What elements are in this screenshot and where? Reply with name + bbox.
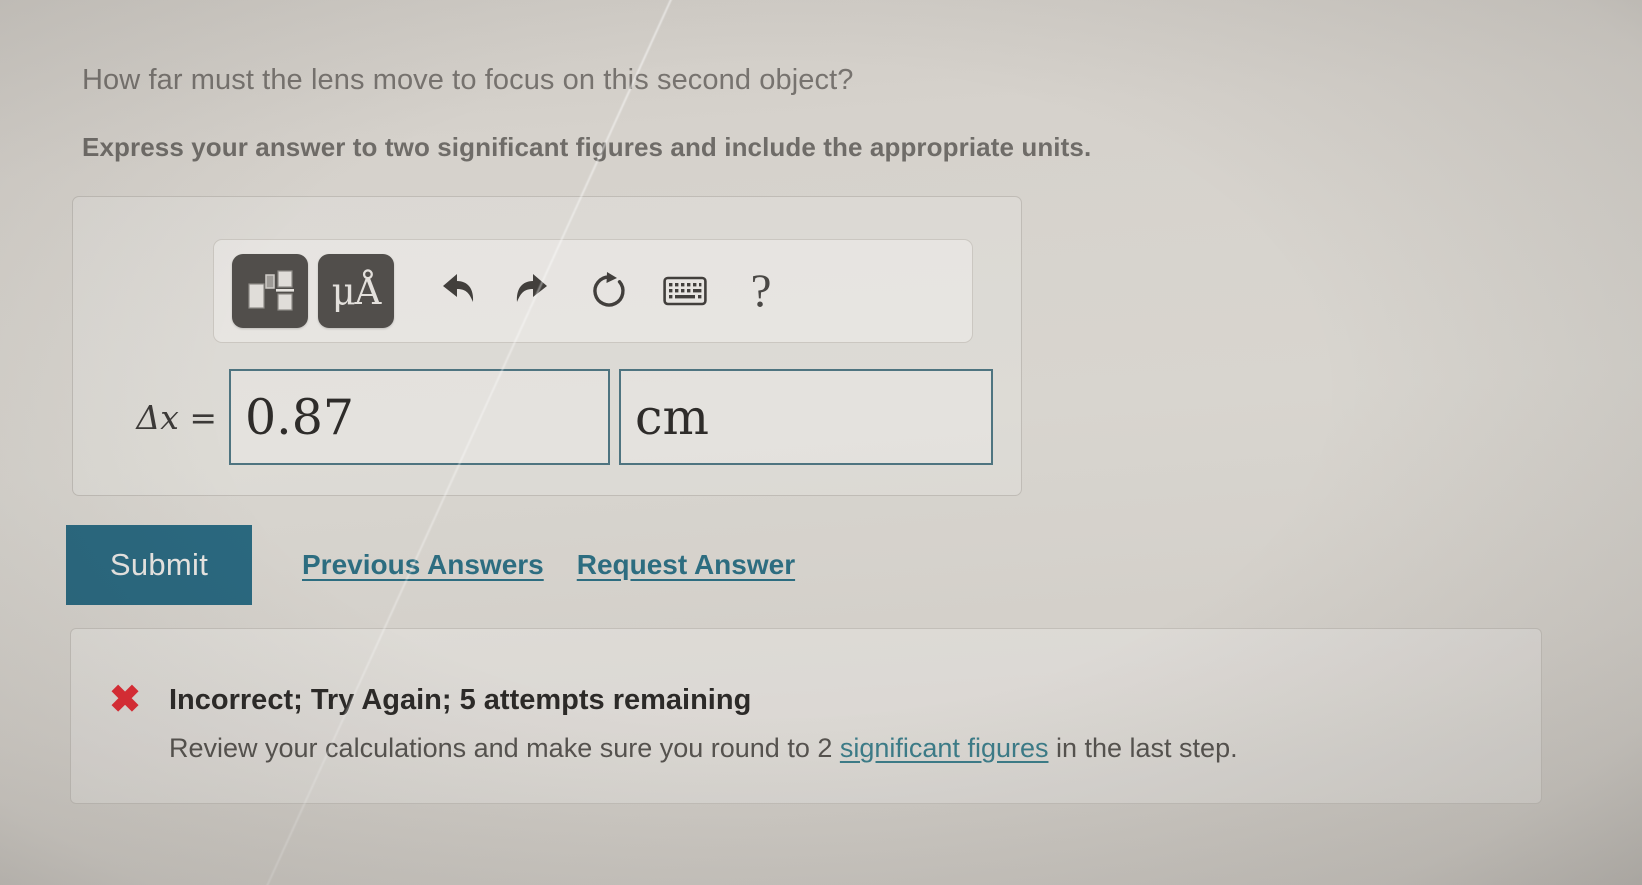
instruction-text: Express your answer to two significant f… xyxy=(82,132,1092,162)
feedback-detail-after: in the last step. xyxy=(1048,733,1238,763)
help-button[interactable]: ? xyxy=(730,260,792,322)
answer-entry-row: Δx = 0.87 cm xyxy=(101,369,993,465)
answer-value-text: 0.87 xyxy=(245,388,355,446)
units-button[interactable]: μÅ xyxy=(318,254,394,328)
answer-panel: μÅ ? Δx = 0.87 cm xyxy=(72,196,1022,496)
feedback-detail: Review your calculations and make sure y… xyxy=(169,733,1238,764)
redo-arrow-icon xyxy=(516,274,547,302)
request-answer-link[interactable]: Request Answer xyxy=(577,549,795,581)
equation-label: Δx = xyxy=(136,397,217,437)
reset-button[interactable] xyxy=(578,260,640,322)
action-bar: Submit Previous Answers Request Answer xyxy=(66,525,795,605)
incorrect-x-icon: ✖ xyxy=(109,679,141,721)
feedback-title: Incorrect; Try Again; 5 attempts remaini… xyxy=(169,683,752,716)
question-text: How far must the lens move to focus on t… xyxy=(82,64,854,96)
reset-circular-arrow-icon xyxy=(593,272,625,307)
math-toolbar: μÅ ? xyxy=(213,239,973,343)
math-template-icon xyxy=(248,270,294,311)
submit-button[interactable]: Submit xyxy=(66,525,252,605)
feedback-header: ✖ Incorrect; Try Again; 5 attempts remai… xyxy=(103,681,751,719)
screenshot-canvas: How far must the lens move to focus on t… xyxy=(0,0,1642,885)
keyboard-icon xyxy=(663,276,707,306)
answer-units-input[interactable]: cm xyxy=(619,369,993,465)
help-question-mark-icon: ? xyxy=(750,264,772,317)
redo-button[interactable] xyxy=(502,260,564,322)
significant-figures-link[interactable]: significant figures xyxy=(840,733,1049,763)
feedback-panel: ✖ Incorrect; Try Again; 5 attempts remai… xyxy=(70,628,1542,804)
units-key-label: μÅ xyxy=(331,269,382,313)
answer-value-input[interactable]: 0.87 xyxy=(229,369,610,465)
answer-units-text: cm xyxy=(635,388,709,446)
math-template-button[interactable] xyxy=(232,254,308,328)
keyboard-button[interactable] xyxy=(654,260,716,322)
undo-button[interactable] xyxy=(426,260,488,322)
undo-arrow-icon xyxy=(443,274,474,302)
previous-answers-link[interactable]: Previous Answers xyxy=(302,549,544,581)
feedback-detail-before: Review your calculations and make sure y… xyxy=(169,733,840,763)
